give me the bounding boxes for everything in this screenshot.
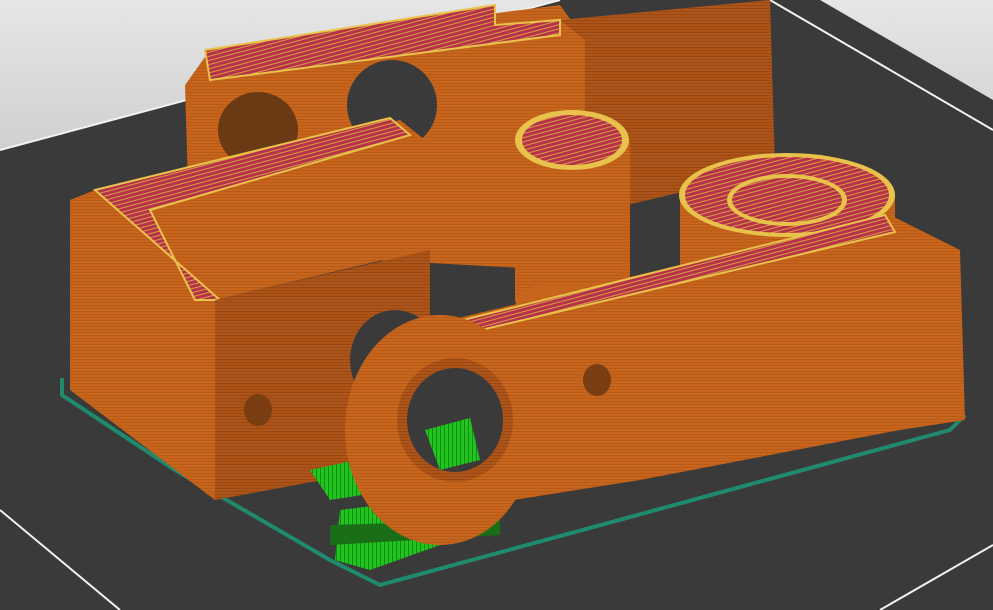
left-block-screw-hole (244, 394, 272, 426)
slicer-3d-viewport[interactable] (0, 0, 993, 610)
cylinder-infill-top (522, 115, 622, 165)
eyelet-ring (345, 315, 535, 545)
front-bracket-screw-hole (583, 364, 611, 396)
print-preview-canvas[interactable] (0, 0, 993, 610)
